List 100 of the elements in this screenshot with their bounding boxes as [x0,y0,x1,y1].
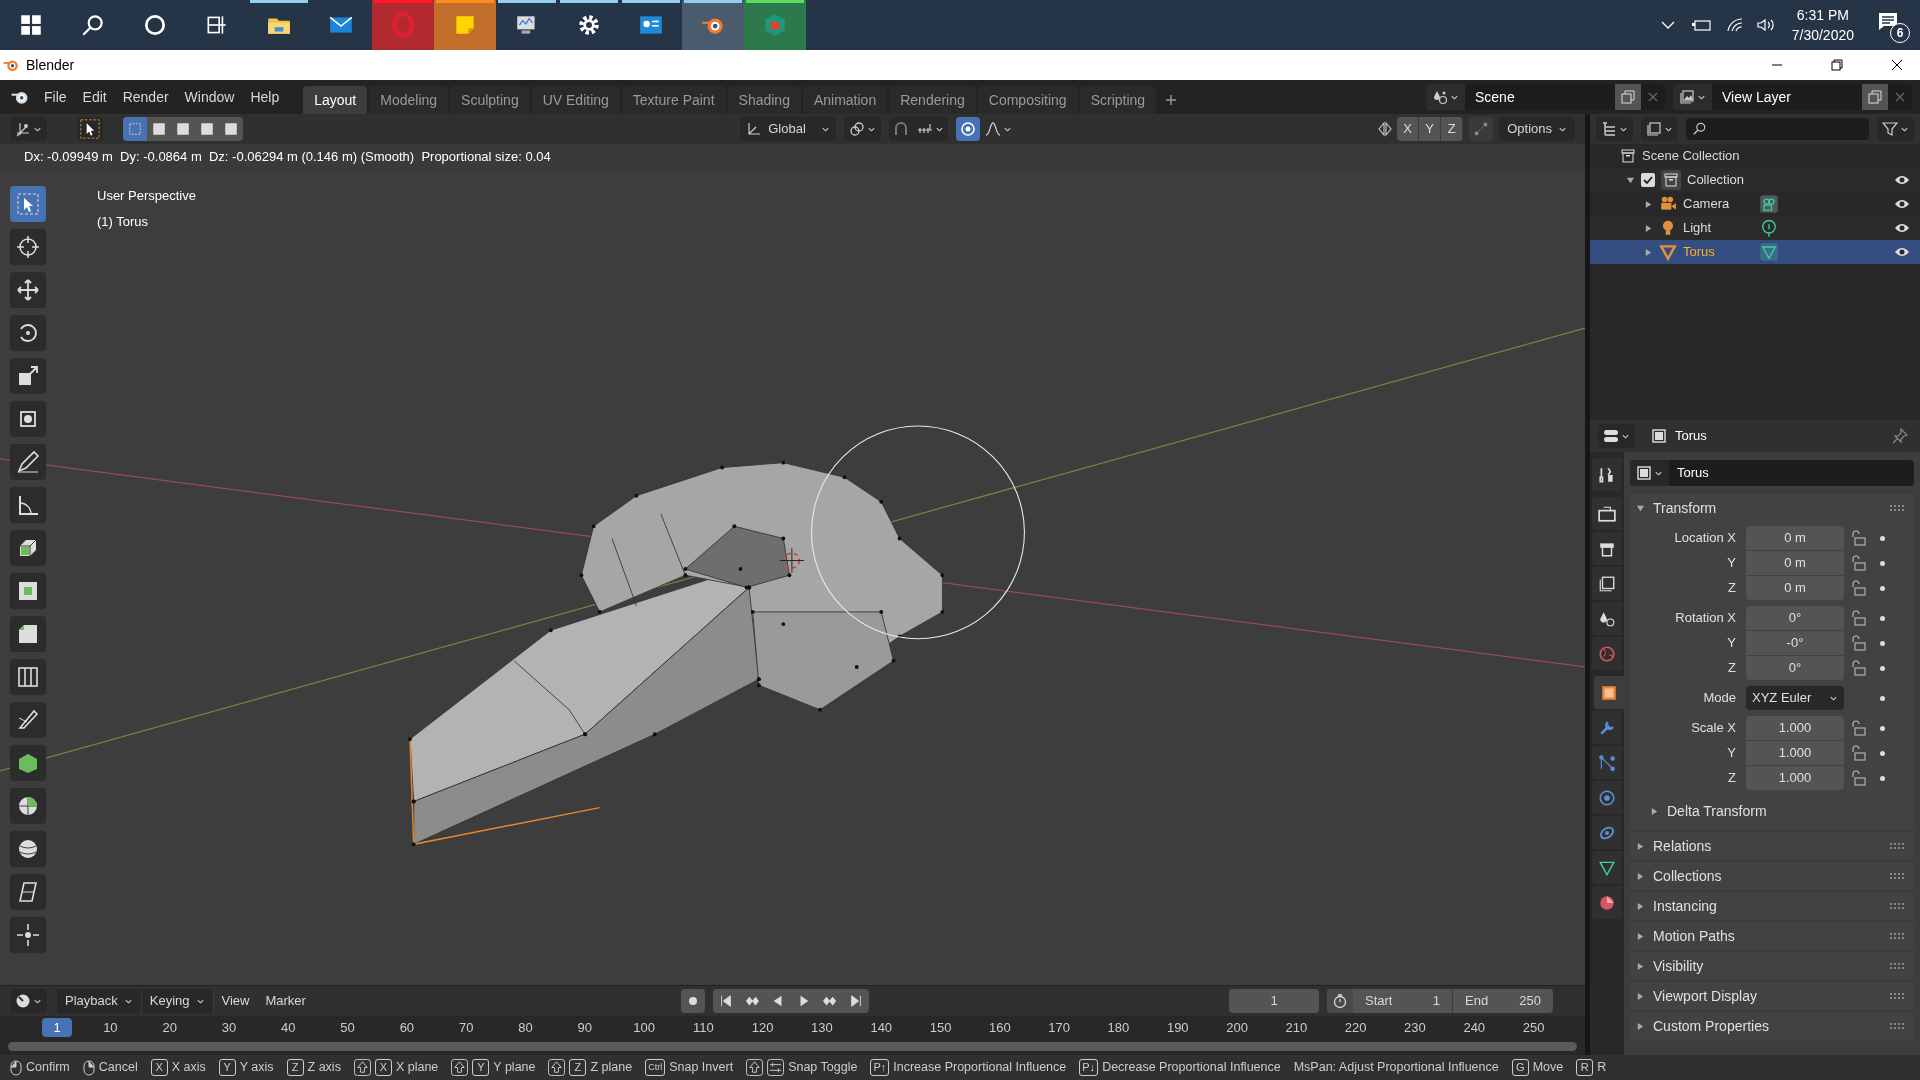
viewport-label: (1) Torus [97,212,150,231]
number-field[interactable]: 0 m [1746,576,1844,600]
frame-number: 120 [751,1018,774,1037]
frame-number: 230 [1404,1018,1426,1037]
workspace-tab[interactable]: Shading [727,86,801,114]
menu-item[interactable]: File [36,82,75,112]
field-label: Y [1726,744,1737,763]
number-field[interactable]: 1.000 [1746,741,1844,765]
shortcut-label: MsPan: Adjust Proportional Influence [1293,1059,1499,1077]
context-label: Torus [1675,427,1707,446]
shortcut-label: Increase Proportional Influence [893,1059,1067,1077]
shortcut-label: Snap Invert [669,1059,734,1077]
panel-header[interactable]: Motion Paths [1630,922,1914,950]
frame-number: 40 [281,1018,296,1037]
number-field[interactable]: 0 m [1746,526,1844,550]
subpanel-header[interactable]: Delta Transform [1630,798,1914,824]
number-field[interactable]: 0° [1746,656,1844,680]
number-field[interactable]: 1.000 [1746,716,1844,740]
panel-header[interactable]: Relations [1630,832,1914,860]
frame-number: 220 [1344,1018,1367,1037]
menu-item[interactable]: Edit [74,82,115,112]
frame-number: 140 [870,1018,893,1037]
menu-item[interactable]: Render [114,82,177,112]
frame-number: 240 [1463,1018,1486,1037]
field-label: Rotation X [1674,609,1737,628]
current-frame-field[interactable]: 1 [1229,989,1319,1013]
frame-number: 60 [399,1018,415,1037]
timeline-menu[interactable]: View [213,989,258,1013]
shortcut-label: Snap Toggle [788,1059,858,1077]
panel-header[interactable]: Viewport Display [1630,982,1914,1010]
shortcut-label: Z axis [307,1059,341,1077]
workspace-tab[interactable]: Sculpting [450,86,530,114]
number-field[interactable]: 1.000 [1746,766,1844,790]
axis-toggle[interactable]: X [1397,117,1420,141]
field-label: Z [1727,659,1737,678]
panel-header[interactable]: Visibility [1630,952,1914,980]
key-hint: Z [286,1059,304,1076]
shortcut-label: R [1597,1059,1607,1077]
frame-number: 100 [633,1018,655,1037]
options-dropdown[interactable]: Options [1499,117,1575,141]
key-hint: X [150,1059,168,1076]
workspace-tab[interactable]: Modeling [369,86,449,114]
orientation-dropdown[interactable]: Global [740,117,837,141]
frame-number: 20 [162,1018,177,1037]
panel-header[interactable]: Transform [1630,494,1914,522]
mode-dropdown[interactable]: XYZ Euler [1746,686,1844,710]
frame-number: 190 [1166,1018,1189,1037]
workspace-tab[interactable]: Rendering [889,86,976,114]
key-hint: Y [218,1059,236,1076]
workspace-tab[interactable]: Scripting [1079,86,1157,114]
number-field[interactable]: -0° [1746,631,1844,655]
axis-toggle[interactable]: Y [1419,117,1442,141]
workspace-tab[interactable]: Animation [802,86,888,114]
key-hint: G [1511,1059,1529,1076]
shortcut-label: Y axis [239,1059,274,1077]
frame-number: 50 [340,1018,355,1037]
workspace-tab[interactable]: Texture Paint [621,86,726,114]
shortcut-label: X axis [171,1059,206,1077]
timeline-menu[interactable]: Keying [141,989,214,1013]
shortcut-label: Y plane [493,1059,536,1077]
key-hint: R [1576,1059,1594,1076]
shortcut-label: X plane [395,1059,439,1077]
frame-number: 250 [1522,1018,1545,1037]
frame-number: 160 [989,1018,1011,1037]
axis-toggle[interactable]: Z [1441,117,1464,141]
shortcut-label: Decrease Proportional Influence [1102,1059,1281,1077]
outliner-item[interactable]: Scene Collection [1642,146,1740,166]
frame-number: 30 [221,1018,237,1037]
start-frame-field[interactable]: Start 1 [1353,989,1453,1013]
frame-number: 210 [1285,1018,1308,1037]
frame-number: 90 [577,1018,592,1037]
key-hint: Y [472,1059,490,1076]
shortcut-label: Confirm [26,1059,70,1077]
window-title: Blender [26,55,75,75]
timeline-menu[interactable]: Marker [257,989,314,1013]
panel-header[interactable]: Custom Properties [1630,1012,1914,1040]
panel-header[interactable]: Collections [1630,862,1914,890]
frame-number: 200 [1226,1018,1248,1037]
number-field[interactable]: 0° [1746,606,1844,630]
field-label: Location X [1673,529,1737,548]
key-hint: Ctrl [645,1059,666,1076]
number-field[interactable]: 0 m [1746,551,1844,575]
panel-header[interactable]: Instancing [1630,892,1914,920]
clock-button[interactable]: 6:31 PM 7/30/2020 [1791,5,1854,45]
workspace-tab[interactable]: UV Editing [531,86,620,114]
menu-item[interactable]: Window [176,82,243,112]
workspace-tab[interactable]: Compositing [977,86,1078,114]
frame-number: 170 [1048,1018,1070,1037]
field-label: Y [1726,554,1737,573]
field-label: Y [1726,634,1737,653]
menu-item[interactable]: Help [242,82,288,112]
key-hint: P↑ [870,1059,890,1076]
frame-number: 70 [458,1018,474,1037]
timeline-menu[interactable]: Playback [57,989,142,1013]
end-frame-field[interactable]: End 250 [1453,989,1553,1013]
workspace-tab[interactable]: Layout [303,86,368,114]
key-hint: P↓ [1079,1059,1099,1076]
frame-number: 80 [518,1018,533,1037]
notification-count: 6 [1890,23,1910,43]
outliner-row[interactable]: Torus [1590,240,1920,264]
